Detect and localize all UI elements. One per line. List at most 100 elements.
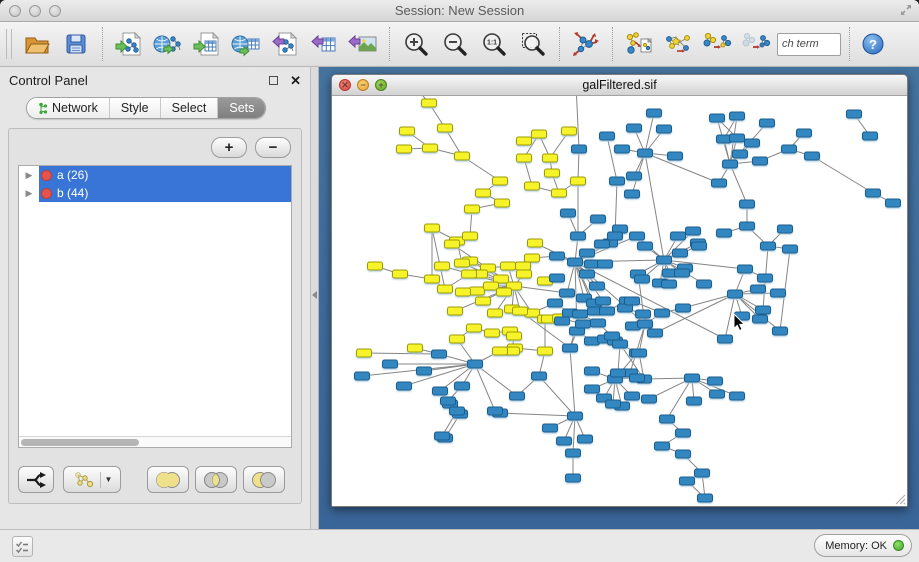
graph-node[interactable] bbox=[562, 127, 577, 135]
graph-node[interactable] bbox=[782, 145, 797, 153]
graph-node[interactable] bbox=[668, 152, 683, 160]
graph-node[interactable] bbox=[463, 232, 478, 240]
graph-node[interactable] bbox=[408, 344, 423, 352]
graph-node[interactable] bbox=[563, 344, 578, 352]
export-table-button[interactable] bbox=[306, 26, 342, 62]
graph-node[interactable] bbox=[470, 287, 485, 295]
graph-node[interactable] bbox=[465, 205, 480, 213]
graph-node[interactable] bbox=[866, 189, 881, 197]
graph-node[interactable] bbox=[566, 449, 581, 457]
graph-node[interactable] bbox=[543, 154, 558, 162]
graph-node[interactable] bbox=[450, 407, 465, 415]
import-table-file-button[interactable] bbox=[189, 26, 225, 62]
graph-node[interactable] bbox=[576, 320, 591, 328]
graph-node[interactable] bbox=[730, 112, 745, 120]
graph-node[interactable] bbox=[525, 182, 540, 190]
graph-node[interactable] bbox=[600, 132, 615, 140]
graph-node[interactable] bbox=[613, 340, 628, 348]
graph-node[interactable] bbox=[425, 275, 440, 283]
task-monitor-button[interactable] bbox=[12, 536, 33, 557]
graph-node[interactable] bbox=[456, 288, 471, 296]
graph-node[interactable] bbox=[468, 360, 483, 368]
zoom-actual-size-button[interactable]: 1:1 bbox=[476, 26, 512, 62]
graph-node[interactable] bbox=[528, 239, 543, 247]
graph-node[interactable] bbox=[435, 262, 450, 270]
graph-node[interactable] bbox=[517, 137, 532, 145]
graph-node[interactable] bbox=[695, 469, 710, 477]
network-graph[interactable] bbox=[332, 96, 907, 506]
graph-node[interactable] bbox=[761, 242, 776, 250]
set-union-button[interactable] bbox=[147, 466, 189, 493]
graph-node[interactable] bbox=[647, 109, 662, 117]
graph-node[interactable] bbox=[400, 127, 415, 135]
graph-node[interactable] bbox=[675, 269, 690, 277]
graph-node[interactable] bbox=[517, 270, 532, 278]
graph-node[interactable] bbox=[516, 262, 531, 270]
create-set-from-network-button[interactable]: ▼ bbox=[63, 466, 121, 493]
graph-node[interactable] bbox=[655, 309, 670, 317]
first-neighbors-button[interactable] bbox=[660, 26, 696, 62]
graph-node[interactable] bbox=[662, 280, 677, 288]
graph-node[interactable] bbox=[450, 335, 465, 343]
graph-node[interactable] bbox=[455, 259, 470, 267]
graph-node[interactable] bbox=[476, 189, 491, 197]
graph-node[interactable] bbox=[638, 242, 653, 250]
tab-network[interactable]: Network bbox=[27, 98, 109, 118]
tab-style[interactable]: Style bbox=[109, 98, 160, 118]
graph-node[interactable] bbox=[543, 424, 558, 432]
graph-node[interactable] bbox=[655, 442, 670, 450]
graph-node[interactable] bbox=[557, 437, 572, 445]
graph-node[interactable] bbox=[532, 372, 547, 380]
graph-node[interactable] bbox=[738, 265, 753, 273]
graph-node[interactable] bbox=[753, 157, 768, 165]
graph-node[interactable] bbox=[598, 260, 613, 268]
graph-node[interactable] bbox=[733, 150, 748, 158]
graph-node[interactable] bbox=[432, 350, 447, 358]
graph-node[interactable] bbox=[560, 289, 575, 297]
graph-node[interactable] bbox=[717, 229, 732, 237]
graph-node[interactable] bbox=[585, 367, 600, 375]
graph-node[interactable] bbox=[573, 310, 588, 318]
graph-node[interactable] bbox=[433, 387, 448, 395]
graph-node[interactable] bbox=[368, 262, 383, 270]
graph-node[interactable] bbox=[578, 435, 593, 443]
graph-node[interactable] bbox=[680, 477, 695, 485]
zoom-selected-button[interactable] bbox=[515, 26, 551, 62]
graph-node[interactable] bbox=[708, 377, 723, 385]
graph-node[interactable] bbox=[493, 177, 508, 185]
help-button[interactable]: ? bbox=[858, 26, 888, 62]
graph-node[interactable] bbox=[591, 319, 606, 327]
graph-node[interactable] bbox=[495, 199, 510, 207]
graph-node[interactable] bbox=[555, 317, 570, 325]
graph-node[interactable] bbox=[730, 392, 745, 400]
graph-node[interactable] bbox=[635, 275, 650, 283]
graph-node[interactable] bbox=[610, 177, 625, 185]
import-network-url-button[interactable] bbox=[150, 26, 186, 62]
graph-node[interactable] bbox=[638, 320, 653, 328]
save-session-button[interactable] bbox=[58, 26, 94, 62]
graph-node[interactable] bbox=[648, 329, 663, 337]
graph-node[interactable] bbox=[625, 392, 640, 400]
graph-node[interactable] bbox=[630, 374, 645, 382]
graph-node[interactable] bbox=[550, 252, 565, 260]
graph-node[interactable] bbox=[591, 215, 606, 223]
graph-node[interactable] bbox=[441, 397, 456, 405]
graph-node[interactable] bbox=[545, 169, 560, 177]
graph-node[interactable] bbox=[718, 335, 733, 343]
graph-node[interactable] bbox=[723, 160, 738, 168]
set-row[interactable]: ▶a (26) bbox=[19, 166, 291, 184]
graph-node[interactable] bbox=[438, 124, 453, 132]
graph-node[interactable] bbox=[712, 179, 727, 187]
toolbar-drag-handle[interactable] bbox=[6, 29, 12, 59]
graph-node[interactable] bbox=[357, 349, 372, 357]
graph-node[interactable] bbox=[687, 397, 702, 405]
graph-node[interactable] bbox=[676, 304, 691, 312]
graph-node[interactable] bbox=[485, 329, 500, 337]
hide-selected-button[interactable] bbox=[699, 26, 735, 62]
graph-node[interactable] bbox=[438, 285, 453, 293]
graph-node[interactable] bbox=[686, 227, 701, 235]
graph-node[interactable] bbox=[580, 270, 595, 278]
fullscreen-icon[interactable] bbox=[899, 3, 913, 17]
set-difference-button[interactable] bbox=[243, 466, 285, 493]
graph-node[interactable] bbox=[448, 307, 463, 315]
